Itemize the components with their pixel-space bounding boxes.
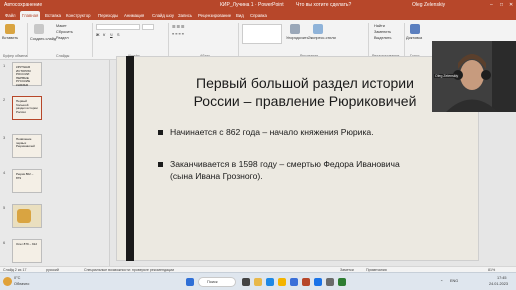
- tab-review[interactable]: Рецензирование: [196, 11, 233, 20]
- slide-number: 1: [3, 63, 6, 68]
- microphone-icon[interactable]: [410, 24, 420, 34]
- slide-thumb-3[interactable]: Появление первых Рюриковичей: [12, 134, 42, 158]
- underline-icon[interactable]: Ч: [110, 33, 113, 37]
- title-bar: Автосохранение КИР_Лучина 1 · PowerPoint…: [0, 0, 516, 10]
- bullet-icon: [158, 162, 163, 167]
- thumb-text: Олег 879 – 912: [16, 242, 37, 246]
- find-button[interactable]: Найти: [374, 24, 385, 28]
- slide-thumb-6[interactable]: Олег 879 – 912: [12, 239, 42, 263]
- powerpoint-icon[interactable]: [302, 278, 310, 286]
- slide-number: 5: [3, 205, 6, 210]
- bold-icon[interactable]: Ж: [96, 33, 99, 37]
- tab-help[interactable]: Справка: [248, 11, 269, 20]
- layout-button[interactable]: Макет: [56, 24, 67, 28]
- clock-date[interactable]: 24.01.2023: [489, 282, 508, 286]
- slide-number: 6: [3, 240, 6, 245]
- thumb-text: Рюрик 862 – 879: [16, 172, 34, 180]
- shadow-icon[interactable]: S: [117, 33, 120, 37]
- tab-animation[interactable]: Анимация: [122, 11, 146, 20]
- slide-thumbnails-pane: 1 КРУПНАЯ ИСТОРИЯ РОССИИ: ПЕРВЫЕ РУССКИЕ…: [0, 60, 110, 266]
- quick-styles-button[interactable]: Экспресс-стили: [308, 36, 336, 40]
- tab-design[interactable]: Конструктор: [64, 11, 93, 20]
- file-explorer-icon[interactable]: [254, 278, 262, 286]
- slide-bullet-2-cont: (сына Ивана Грозного).: [170, 171, 263, 181]
- tab-view[interactable]: Вид: [234, 11, 246, 20]
- slide-bullet-1[interactable]: Начинается с 862 года – начало княжения …: [170, 127, 374, 138]
- slide-thumb-4[interactable]: Рюрик 862 – 879: [12, 169, 42, 193]
- slide-thumb-1[interactable]: КРУПНАЯ ИСТОРИЯ РОССИИ: ПЕРВЫЕ РУССКИЕ К…: [12, 62, 42, 86]
- align-icon[interactable]: ≡ ≡ ≡ ≡: [172, 32, 184, 36]
- slide-number: 3: [3, 135, 6, 140]
- section-button[interactable]: Раздел: [56, 36, 69, 40]
- slide-number: 4: [3, 170, 6, 175]
- slide-decor-bar: [126, 56, 134, 261]
- slide-thumb-2[interactable]: Первый большой раздел истории России: [12, 96, 42, 120]
- replace-button[interactable]: Заменить: [374, 30, 391, 34]
- close-icon[interactable]: ✕: [509, 2, 513, 8]
- arrange-button[interactable]: Упорядочить: [286, 36, 309, 40]
- slide-number: 2: [3, 97, 6, 102]
- taskbar-search-label: Поиск: [207, 280, 218, 284]
- slide-bullet-2[interactable]: Заканчивается в 1598 году – смертью Федо…: [170, 159, 400, 170]
- zoom-app-icon[interactable]: [314, 278, 322, 286]
- bullet-icon: [158, 130, 163, 135]
- dictation-button[interactable]: Диктовка: [406, 36, 422, 40]
- bullets-icon[interactable]: ☰ ☰ ☰: [172, 24, 184, 29]
- arrange-icon[interactable]: [290, 24, 300, 34]
- weather-icon[interactable]: [3, 277, 12, 286]
- minimize-icon[interactable]: –: [490, 2, 493, 8]
- weather-temp: 0°C: [14, 276, 21, 280]
- slide-title-line2: России – правление Рюриковичей: [193, 93, 417, 109]
- clock-time[interactable]: 17:45: [497, 276, 507, 280]
- ribbon-tabs: Файл Главная Вставка Конструктор Переход…: [0, 10, 516, 20]
- taskbar-search[interactable]: Поиск: [198, 277, 236, 287]
- tab-transitions[interactable]: Переходы: [96, 11, 120, 20]
- paste-button[interactable]: Вставить: [2, 36, 18, 40]
- autosave-label[interactable]: Автосохранение: [4, 2, 42, 8]
- tab-home[interactable]: Главная: [20, 11, 41, 20]
- group-clipboard: Буфер обмена: [3, 54, 28, 58]
- tab-record[interactable]: Запись: [176, 11, 194, 20]
- input-language[interactable]: ENG: [450, 279, 458, 283]
- map-image: [17, 209, 31, 223]
- slide-title-line1: Первый большой раздел истории: [196, 75, 414, 91]
- paste-icon[interactable]: [5, 24, 15, 34]
- taskbar-app-icon[interactable]: [326, 278, 334, 286]
- task-view-icon[interactable]: [242, 278, 250, 286]
- font-size-box[interactable]: [142, 24, 154, 30]
- maximize-icon[interactable]: □: [500, 2, 503, 8]
- slide-title[interactable]: Первый большой раздел истории России – п…: [150, 74, 460, 110]
- tab-file[interactable]: Файл: [3, 11, 18, 20]
- select-button[interactable]: Выделить: [374, 36, 392, 40]
- reset-button[interactable]: Сбросить: [56, 30, 73, 34]
- new-slide-button[interactable]: Создать слайд: [30, 37, 56, 41]
- webcam-name: Oleg Zelenskiy: [434, 74, 460, 78]
- chevron-up-icon[interactable]: ⌃: [440, 279, 443, 284]
- font-name-box[interactable]: [96, 24, 140, 30]
- tab-slideshow[interactable]: Слайд шоу: [150, 11, 176, 20]
- edge-icon[interactable]: [266, 278, 274, 286]
- thumb-text: Первый большой раздел истории России: [16, 99, 38, 114]
- weather-text: Облачно: [14, 282, 30, 286]
- taskbar-app-icon[interactable]: [338, 278, 346, 286]
- thumb-text: Появление первых Рюриковичей: [16, 137, 35, 148]
- chrome-icon[interactable]: [278, 278, 286, 286]
- start-icon[interactable]: [186, 278, 194, 286]
- italic-icon[interactable]: К: [103, 33, 105, 37]
- tab-insert[interactable]: Вставка: [43, 11, 63, 20]
- new-slide-icon[interactable]: [34, 24, 44, 34]
- shapes-gallery[interactable]: [242, 24, 282, 44]
- group-slides: Слайды: [56, 54, 70, 58]
- slide-thumb-5[interactable]: [12, 204, 42, 228]
- user-name[interactable]: Oleg Zelenskiy: [412, 2, 445, 8]
- document-title: КИР_Лучина 1 · PowerPoint: [220, 2, 284, 8]
- word-icon[interactable]: [290, 278, 298, 286]
- thumb-text: КРУПНАЯ ИСТОРИЯ РОССИИ: ПЕРВЫЕ РУССКИЕ К…: [16, 65, 31, 87]
- quick-styles-icon[interactable]: [313, 24, 323, 34]
- windows-taskbar: 0°C Облачно Поиск ⌃ ENG 17:45 24.01.2023: [0, 272, 516, 290]
- webcam-video: Oleg Zelenskiy: [432, 41, 516, 112]
- search-box[interactable]: Что вы хотите сделать?: [296, 2, 351, 8]
